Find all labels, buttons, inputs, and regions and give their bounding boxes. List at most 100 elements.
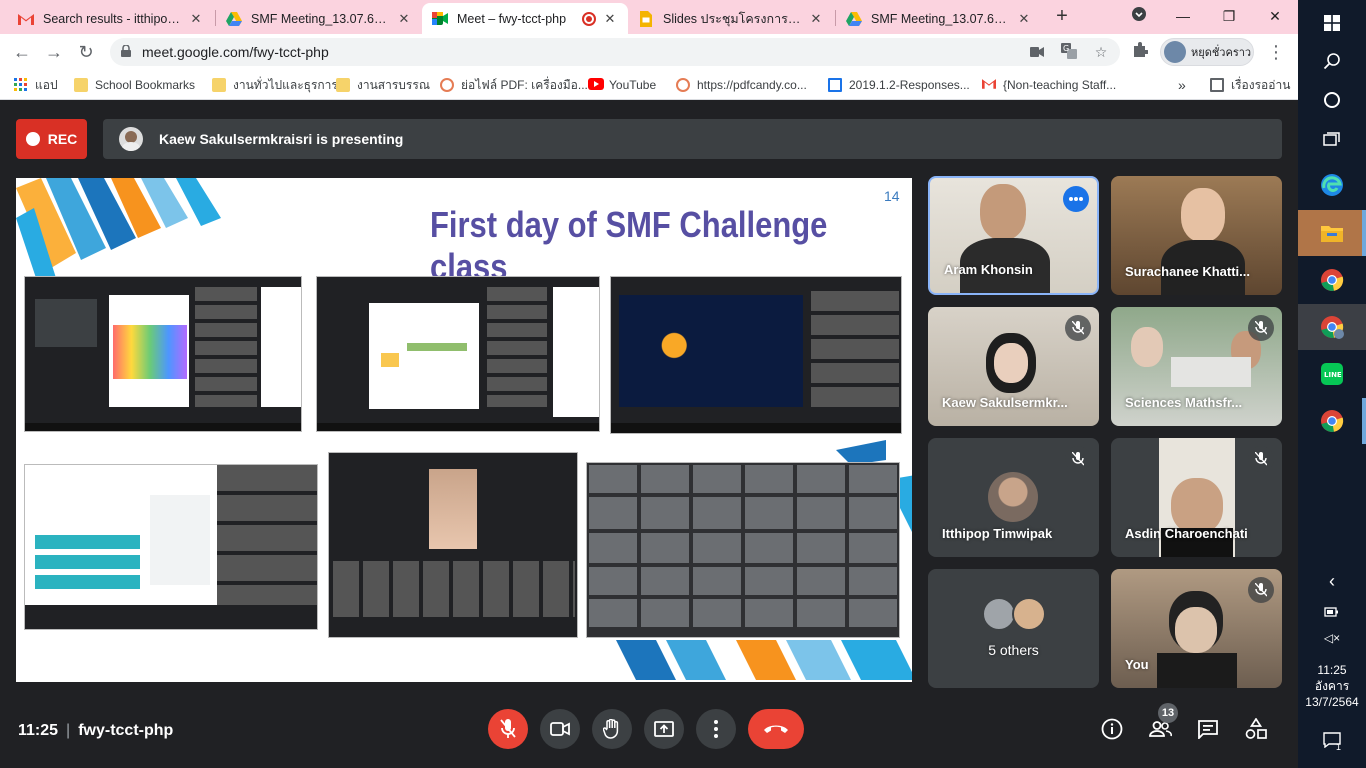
close-tab-icon[interactable]: ✕	[1016, 11, 1032, 27]
slide-screenshot-presenter	[328, 452, 578, 638]
chat-button[interactable]	[1194, 715, 1222, 743]
bookmarks-bar: แอป School Bookmarks งานทั่วไปและธุรการ …	[0, 70, 1298, 100]
participant-tile-others[interactable]: 5 others	[928, 569, 1099, 688]
chrome-profile-icon[interactable]	[1298, 304, 1366, 350]
slide-screenshot-solar-system	[610, 276, 902, 434]
tab-smf-docx-1[interactable]: SMF Meeting_13.07.64.docx ✕	[216, 3, 422, 34]
google-slides-icon	[638, 10, 654, 27]
avatar	[982, 597, 1016, 631]
translate-icon[interactable]: G	[1060, 43, 1078, 61]
participant-tile-aram[interactable]: Aram Khonsin	[928, 176, 1099, 295]
slide-screenshot-whiteboard	[316, 276, 600, 432]
mic-off-icon	[1065, 315, 1091, 341]
chrome-icon-2[interactable]	[1298, 398, 1366, 444]
lock-icon	[121, 45, 131, 57]
participant-tile-you[interactable]: You	[1111, 569, 1282, 688]
svg-text:G: G	[1063, 44, 1069, 53]
more-bookmarks-icon[interactable]: »	[1178, 76, 1186, 94]
present-screen-icon	[654, 721, 674, 737]
more-menu-icon[interactable]: ⋮	[1266, 40, 1286, 64]
bookmark-pdf-compress[interactable]: ย่อไฟล์ PDF: เครื่องมือ...	[440, 76, 588, 94]
camera-icon[interactable]	[1028, 43, 1046, 61]
restore-icon[interactable]: ❐	[1216, 4, 1242, 28]
volume-muted-icon[interactable]: ◁×	[1298, 624, 1366, 652]
address-bar[interactable]: meet.google.com/fwy-tcct-php G ☆	[110, 38, 1120, 66]
chat-icon	[1198, 720, 1218, 739]
profile-button[interactable]: หยุดชั่วคราว	[1160, 38, 1254, 66]
battery-icon[interactable]	[1298, 598, 1366, 626]
hang-up-icon	[764, 725, 788, 733]
reading-list-icon	[1210, 78, 1224, 92]
mic-toggle-button[interactable]	[488, 709, 528, 749]
bookmark-school[interactable]: School Bookmarks	[74, 76, 195, 94]
mic-off-icon	[1248, 315, 1274, 341]
pdfcandy-icon	[676, 78, 690, 92]
pdf-icon	[440, 78, 454, 92]
participant-tile-asdin[interactable]: Asdin Charoenchati	[1111, 438, 1282, 557]
more-options-icon[interactable]	[1063, 186, 1089, 212]
google-drive-icon	[226, 11, 242, 27]
avatar	[1164, 41, 1186, 63]
close-tab-icon[interactable]: ✕	[396, 11, 412, 27]
presenting-banner: Kaew Sakulsermkraisri is presenting	[103, 119, 1282, 159]
bookmark-pdfcandy[interactable]: https://pdfcandy.co...	[676, 76, 807, 94]
slide-screenshot-quiz	[24, 464, 318, 630]
chrome-icon[interactable]	[1298, 257, 1366, 303]
system-clock[interactable]: 11:25 อังคาร 13/7/2564	[1298, 662, 1366, 710]
bookmark-non-teaching[interactable]: {Non-teaching Staff...	[982, 76, 1116, 94]
participant-tile-surachanee[interactable]: Surachanee Khatti...	[1111, 176, 1282, 295]
task-view-icon[interactable]	[1298, 117, 1366, 163]
close-tab-icon[interactable]: ✕	[188, 11, 204, 27]
svg-text:LINE: LINE	[1324, 371, 1342, 379]
presentation-slide[interactable]: 14 First day of SMF Challenge class	[16, 178, 912, 682]
file-explorer-icon[interactable]	[1298, 210, 1366, 256]
bookmark-general[interactable]: งานทั่วไปและธุรการ	[212, 76, 338, 94]
bookmark-saraban[interactable]: งานสารบรรณ	[336, 76, 430, 94]
extensions-icon[interactable]	[1128, 40, 1152, 64]
more-options-button[interactable]	[696, 709, 736, 749]
tab-smf-docx-2[interactable]: SMF Meeting_13.07.64.docx ✕	[836, 3, 1042, 34]
close-tab-icon[interactable]: ✕	[602, 11, 618, 27]
participant-tile-sciences[interactable]: Sciences Mathsfr...	[1111, 307, 1282, 426]
bookmark-responses[interactable]: 2019.1.2-Responses...	[828, 76, 970, 94]
recording-badge[interactable]: REC	[16, 119, 87, 159]
recording-indicator-icon	[582, 11, 596, 26]
camera-icon	[550, 722, 570, 736]
camera-toggle-button[interactable]	[540, 709, 580, 749]
reload-icon[interactable]: ↻	[74, 40, 98, 64]
edge-icon[interactable]	[1298, 162, 1366, 208]
people-button[interactable]: 13	[1146, 703, 1178, 743]
tab-search-icon[interactable]	[1126, 4, 1152, 28]
close-tab-icon[interactable]: ✕	[808, 11, 824, 27]
bookmark-youtube[interactable]: YouTube	[588, 76, 656, 94]
more-vert-icon	[714, 720, 718, 738]
gmail-icon	[18, 11, 34, 27]
forward-icon[interactable]: →	[42, 40, 66, 64]
folder-icon	[74, 78, 88, 92]
close-window-icon[interactable]: ✕	[1262, 4, 1288, 28]
tray-expand-icon[interactable]: ‹	[1298, 566, 1366, 596]
shapes-icon	[1245, 718, 1267, 739]
reading-list-button[interactable]: เรื่องรออ่าน	[1210, 76, 1290, 94]
leave-call-button[interactable]	[748, 709, 804, 749]
back-icon[interactable]: ←	[10, 40, 34, 64]
raise-hand-button[interactable]	[592, 709, 632, 749]
tab-gmail-search[interactable]: Search results - itthipopt@ ✕	[8, 3, 214, 34]
present-now-button[interactable]	[644, 709, 684, 749]
mic-off-icon	[1248, 577, 1274, 603]
tab-slides[interactable]: Slides ประชุมโครงการ SMF_1 ✕	[628, 3, 834, 34]
google-meet-icon	[432, 11, 448, 27]
meeting-details-button[interactable]	[1098, 715, 1126, 743]
notification-center-icon[interactable]: 1	[1298, 718, 1366, 762]
mic-off-icon	[500, 719, 516, 738]
bookmark-apps[interactable]: แอป	[14, 76, 58, 94]
bookmark-star-icon[interactable]: ☆	[1092, 43, 1110, 61]
activities-button[interactable]	[1242, 715, 1270, 743]
minimize-icon[interactable]: —	[1170, 4, 1196, 28]
new-tab-button[interactable]: +	[1050, 5, 1074, 29]
participant-tile-itthipop[interactable]: Itthipop Timwipak	[928, 438, 1099, 557]
tab-meet[interactable]: Meet – fwy-tcct-php ✕	[422, 3, 628, 34]
avatar	[1012, 597, 1046, 631]
participant-tile-kaew[interactable]: Kaew Sakulsermkr...	[928, 307, 1099, 426]
line-icon[interactable]: LINE	[1298, 351, 1366, 397]
